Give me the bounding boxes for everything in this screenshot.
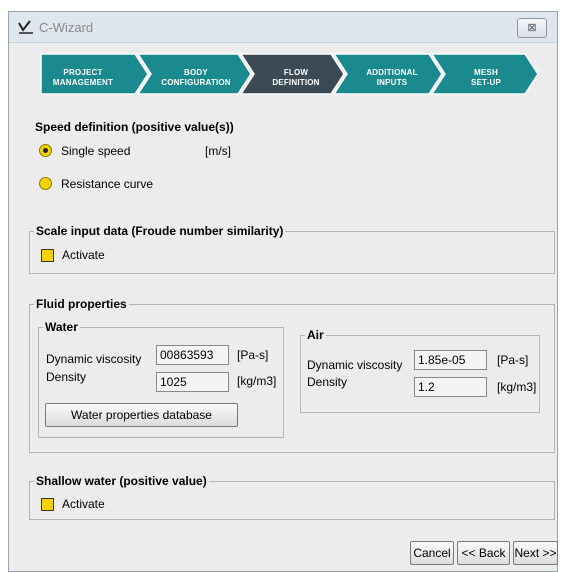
close-button[interactable]: ⊠	[517, 18, 547, 38]
checkmark-app-icon	[18, 20, 33, 34]
air-legend: Air	[305, 328, 326, 342]
water-density-unit: [kg/m3]	[237, 374, 277, 388]
shallow-water-legend: Shallow water (positive value)	[34, 474, 209, 488]
fluid-properties-group: Fluid properties Water Dynamic viscosity…	[29, 297, 555, 453]
step-flow-definition-label: FLOW DEFINITION	[272, 68, 320, 87]
air-density-field[interactable]: 1.2	[414, 377, 487, 397]
window-title: C-Wizard	[39, 20, 94, 35]
shallow-water-group: Shallow water (positive value) Activate	[29, 474, 555, 520]
shallow-activate-label[interactable]: Activate	[62, 497, 105, 511]
resistance-curve-radio[interactable]	[39, 177, 52, 190]
water-viscosity-label: Dynamic viscosity	[46, 352, 142, 366]
water-viscosity-field[interactable]: 00863593	[156, 345, 229, 365]
air-viscosity-unit: [Pa-s]	[497, 353, 529, 367]
speed-unit-label: [m/s]	[205, 144, 231, 158]
step-additional-inputs-label: ADDITIONAL INPUTS	[366, 68, 418, 87]
air-group: Air Dynamic viscosity 1.85e-05 [Pa-s] De…	[300, 328, 540, 413]
water-density-field[interactable]: 1025	[156, 372, 229, 392]
step-body-configuration-label: BODY CONFIGURATION	[161, 68, 231, 87]
back-button[interactable]: << Back	[457, 541, 510, 565]
scale-activate-label[interactable]: Activate	[62, 248, 105, 262]
air-viscosity-label: Dynamic viscosity	[307, 358, 403, 372]
scale-input-group: Scale input data (Froude number similari…	[29, 224, 555, 274]
step-project-management-label: PROJECT MANAGEMENT	[52, 68, 114, 87]
cancel-button[interactable]: Cancel	[410, 541, 454, 565]
water-group: Water Dynamic viscosity 00863593 [Pa-s] …	[38, 320, 284, 438]
title-bar: C-Wizard ⊠	[9, 12, 557, 43]
step-mesh-setup-label: MESH SET-UP	[470, 68, 502, 87]
water-viscosity-unit: [Pa-s]	[237, 348, 269, 362]
fluid-properties-legend: Fluid properties	[34, 297, 129, 311]
scale-input-legend: Scale input data (Froude number similari…	[34, 224, 286, 238]
shallow-activate-checkbox[interactable]	[41, 498, 54, 511]
water-density-label: Density	[46, 370, 87, 384]
speed-definition-heading: Speed definition (positive value(s))	[35, 120, 234, 134]
air-density-unit: [kg/m3]	[497, 380, 537, 394]
single-speed-label[interactable]: Single speed	[61, 144, 130, 158]
air-density-label: Density	[307, 375, 348, 389]
water-properties-database-button[interactable]: Water properties database	[45, 403, 238, 427]
single-speed-radio[interactable]	[39, 144, 52, 157]
next-button[interactable]: Next >>	[513, 541, 558, 565]
water-legend: Water	[43, 320, 80, 334]
close-icon: ⊠	[527, 22, 537, 34]
resistance-curve-label[interactable]: Resistance curve	[61, 177, 153, 191]
air-viscosity-field[interactable]: 1.85e-05	[414, 350, 487, 370]
wizard-window: C-Wizard ⊠ PROJECT MANAGEMENT BODY CONFIGU…	[8, 11, 558, 572]
scale-activate-checkbox[interactable]	[41, 249, 54, 262]
